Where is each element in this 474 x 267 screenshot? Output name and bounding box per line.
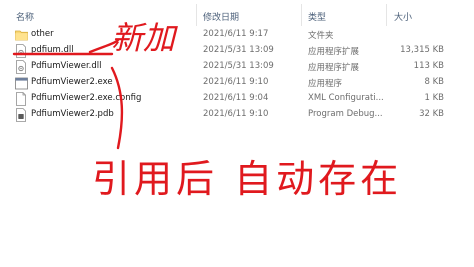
file-name: other: [31, 29, 54, 39]
column-header-date[interactable]: 修改日期: [203, 10, 239, 23]
annotation-auto-exist-note: 引用后 自动存在: [92, 157, 402, 201]
file-type: 文件夹: [308, 31, 334, 41]
file-name: PdfiumViewer2.exe: [31, 77, 113, 87]
dll-file-icon: [15, 60, 27, 74]
column-divider[interactable]: [196, 4, 197, 26]
file-row-pdfiumviewer2-exe-config[interactable]: PdfiumViewer2.exe.config 2021/6/11 9:04 …: [0, 91, 474, 107]
column-divider[interactable]: [386, 4, 387, 26]
file-type: Program Debug...: [308, 109, 383, 119]
file-row-pdfiumviewer2-exe[interactable]: PdfiumViewer2.exe 2021/6/11 9:10 应用程序 8 …: [0, 75, 474, 91]
file-type: 应用程序: [308, 79, 343, 89]
file-date: 2021/6/11 9:04: [203, 93, 269, 103]
file-row-pdfiumviewer-dll[interactable]: PdfiumViewer.dll 2021/5/31 13:09 应用程序扩展 …: [0, 59, 474, 75]
file-type: XML Configurati...: [308, 93, 384, 103]
file-date: 2021/5/31 13:09: [203, 45, 274, 55]
folder-icon: [15, 28, 28, 42]
file-type: 应用程序扩展: [308, 63, 360, 73]
file-row-other[interactable]: other 2021/6/11 9:17 文件夹: [0, 27, 474, 43]
file-type: 应用程序扩展: [308, 47, 360, 57]
file-date: 2021/5/31 13:09: [203, 61, 274, 71]
file-row-pdfiumviewer2-pdb[interactable]: PdfiumViewer2.pdb 2021/6/11 9:10 Program…: [0, 107, 474, 123]
pdb-file-icon: [15, 108, 27, 122]
file-date: 2021/6/11 9:17: [203, 29, 269, 39]
file-size: 8 KB: [424, 77, 444, 87]
column-header-size[interactable]: 大小: [394, 10, 412, 23]
exe-file-icon: [15, 76, 28, 90]
file-date: 2021/6/11 9:10: [203, 109, 269, 119]
column-header: 名称 修改日期 类型 大小: [0, 0, 474, 28]
column-header-name[interactable]: 名称: [16, 10, 34, 23]
file-date: 2021/6/11 9:10: [203, 77, 269, 87]
file-size: 13,315 KB: [400, 45, 444, 55]
file-name: pdfium.dll: [31, 45, 74, 55]
file-name: PdfiumViewer.dll: [31, 61, 102, 71]
file-size: 1 KB: [424, 93, 444, 103]
file-name: PdfiumViewer2.pdb: [31, 109, 114, 119]
file-size: 113 KB: [413, 61, 444, 71]
column-divider[interactable]: [301, 4, 302, 26]
file-size: 32 KB: [419, 109, 444, 119]
dll-file-icon: [15, 44, 27, 58]
config-file-icon: [15, 92, 27, 106]
column-header-type[interactable]: 类型: [308, 10, 326, 23]
file-row-pdfium-dll[interactable]: pdfium.dll 2021/5/31 13:09 应用程序扩展 13,315…: [0, 43, 474, 59]
file-name: PdfiumViewer2.exe.config: [31, 93, 142, 103]
